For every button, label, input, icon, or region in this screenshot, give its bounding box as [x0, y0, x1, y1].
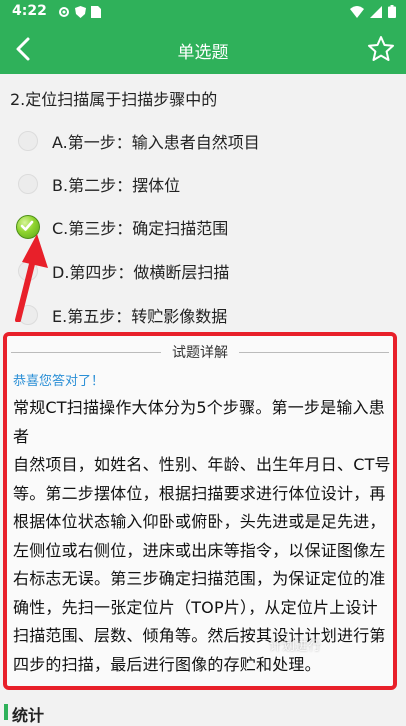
option-label: D.第四步：做横断层扫描: [52, 263, 230, 282]
explanation-line: 自然项目，如姓名、性别、年龄、出生年月日、CT号: [13, 455, 391, 474]
option-a[interactable]: A.第一步：输入患者自然项目: [18, 126, 388, 156]
favorite-button[interactable]: [366, 34, 396, 64]
explanation-line: 确性，先扫一张定位片（TOP片），从定位片上设计: [13, 597, 378, 617]
status-time: 4:22: [12, 3, 47, 19]
sim-card-icon: [91, 6, 101, 18]
option-label: A.第一步：输入患者自然项目: [52, 133, 260, 152]
option-label: B.第二步：摆体位: [52, 176, 181, 195]
wifi-icon: [350, 5, 364, 18]
explanation-line: 扫描范围、层数、倾角等。然后按其设计计划进行第: [13, 626, 386, 645]
battery-icon: [388, 5, 396, 18]
option-label: E.第五步：转贮影像数据: [52, 307, 228, 326]
status-notification-icons: [58, 6, 101, 18]
signal-icon: [370, 5, 382, 18]
explanation-line: 常规CT扫描操作大体分为5个步骤。第一步是输入患者: [13, 398, 385, 446]
option-e[interactable]: E.第五步：转贮影像数据: [18, 300, 388, 330]
section-title-statistics: 统计: [12, 706, 45, 725]
explanation-text: 常规CT扫描操作大体分为5个步骤。第一步是输入患者 自然项目，如姓名、性别、年龄…: [13, 394, 395, 679]
checkmark-icon: [16, 215, 40, 239]
watermark: 计划进行: [269, 639, 322, 654]
gear-icon: [59, 7, 69, 17]
option-d[interactable]: D.第四步：做横断层扫描: [18, 256, 388, 286]
status-system-icons: [350, 5, 396, 18]
radio-unchecked-icon: [18, 305, 38, 325]
option-b[interactable]: B.第二步：摆体位: [18, 169, 388, 199]
option-c[interactable]: C.第三步：确定扫描范围: [16, 212, 388, 242]
explanation-line: 根据体位状态输入仰卧或俯卧，头先进或是足先进，: [13, 512, 386, 531]
correct-answer-message: 恭喜您答对了！: [13, 374, 105, 389]
status-bar: 4:22: [0, 0, 406, 24]
page-title: 单选题: [177, 43, 229, 63]
radio-unchecked-icon: [18, 131, 38, 151]
shield-icon: [75, 6, 86, 18]
detail-header: 试题详解: [7, 340, 393, 364]
explanation-line: 左侧位或右侧位，进床或出床等指令，以保证图像左: [13, 540, 386, 560]
section-marker: [4, 704, 8, 720]
divider: [239, 352, 389, 353]
explanation-line: 右标志无误。第三步确定扫描范围，为保证定位的准: [13, 569, 386, 588]
radio-unchecked-icon: [18, 174, 38, 194]
app-bar: 单选题: [0, 24, 406, 74]
answer-detail-panel: 试题详解 恭喜您答对了！ 常规CT扫描操作大体分为5个步骤。第一步是输入患者 自…: [3, 332, 397, 690]
radio-unchecked-icon: [18, 261, 38, 281]
option-label: C.第三步：确定扫描范围: [52, 219, 229, 238]
explanation-line: 四步的扫描，最后进行图像的存贮和处理。: [13, 654, 321, 674]
explanation-line: 等。第二步摆体位，根据扫描要求进行体位设计，再: [13, 483, 386, 503]
star-icon: [368, 36, 394, 61]
question-text: 2.定位扫描属于扫描步骤中的: [10, 90, 218, 109]
